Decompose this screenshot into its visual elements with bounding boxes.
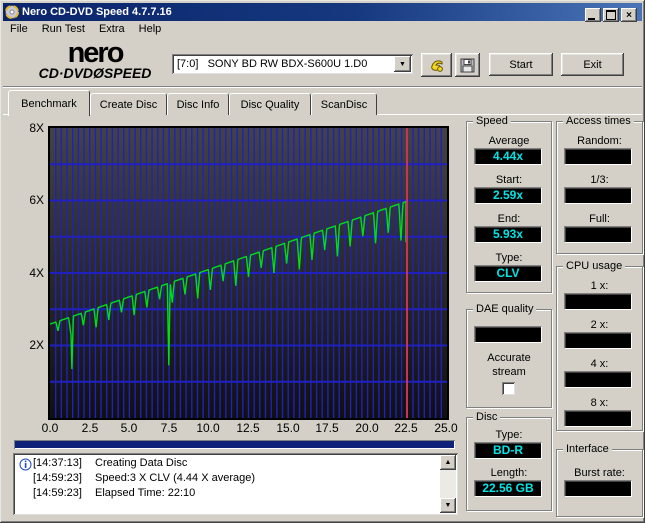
log-entry: [14:37:13] Creating Data Disc bbox=[19, 457, 438, 472]
one-third-access-display bbox=[564, 187, 632, 204]
tab-disc-quality[interactable]: Disc Quality bbox=[229, 93, 311, 115]
cpu-1x-display bbox=[564, 293, 632, 310]
start-button[interactable]: Start bbox=[489, 53, 553, 76]
speed-legend: Speed bbox=[473, 115, 511, 127]
log-entry: [14:59:23] Elapsed Time: 22:10 bbox=[19, 487, 438, 502]
x-tick: 20.0 bbox=[355, 421, 379, 435]
speed-type-display: CLV bbox=[474, 265, 542, 282]
x-tick: 25.0 bbox=[434, 421, 458, 435]
x-tick: 17.5 bbox=[315, 421, 339, 435]
tab-scandisc[interactable]: ScanDisc bbox=[311, 93, 377, 115]
log-entry: [14:59:23] Speed:3 X CLV (4.44 X average… bbox=[19, 472, 438, 487]
log-time: [14:37:13] bbox=[33, 457, 82, 469]
speed-panel: Speed Average 4.44x Start: 2.59x End: 5.… bbox=[466, 115, 552, 293]
scroll-down-button[interactable]: ▼ bbox=[440, 498, 456, 513]
menu-extra[interactable]: Extra bbox=[92, 22, 132, 36]
menu-help[interactable]: Help bbox=[132, 22, 169, 36]
log-text: Speed:3 X CLV (4.44 X average) bbox=[95, 472, 256, 484]
disc-type-display: BD-R bbox=[474, 442, 542, 459]
y-tick: 6X bbox=[29, 193, 44, 207]
x-tick: 7.5 bbox=[160, 421, 178, 435]
scroll-up-icon: ▲ bbox=[444, 459, 452, 466]
exit-button[interactable]: Exit bbox=[561, 53, 624, 76]
x-tick: 12.5 bbox=[236, 421, 260, 435]
info-icon bbox=[19, 458, 32, 471]
cpu-4x-display bbox=[564, 371, 632, 388]
cpu-8x-display bbox=[564, 410, 632, 427]
cddvdspeed-logo-text: CD·DVDØSPEED bbox=[38, 65, 152, 81]
save-icon bbox=[460, 58, 475, 72]
x-tick: 15.0 bbox=[276, 421, 300, 435]
burst-rate-display bbox=[564, 480, 632, 497]
x-tick: 22.5 bbox=[394, 421, 418, 435]
access-times-legend: Access times bbox=[563, 115, 634, 127]
minimize-icon bbox=[588, 18, 595, 20]
log-text: Creating Data Disc bbox=[95, 457, 188, 469]
end-speed-display: 5.93x bbox=[474, 226, 542, 243]
close-button[interactable]: × bbox=[621, 8, 637, 22]
app-cd-icon bbox=[5, 5, 19, 19]
random-access-display bbox=[564, 148, 632, 165]
x-tick: 2.5 bbox=[81, 421, 99, 435]
menu-file[interactable]: File bbox=[3, 22, 35, 36]
nero-logo: nero CD·DVDØSPEED bbox=[12, 37, 178, 84]
scroll-up-button[interactable]: ▲ bbox=[440, 455, 456, 470]
disc-length-display: 22.56 GB bbox=[474, 480, 542, 497]
dae-quality-display bbox=[474, 326, 542, 343]
y-tick: 4X bbox=[29, 266, 44, 280]
tab-create-disc[interactable]: Create Disc bbox=[90, 93, 167, 115]
dae-quality-legend: DAE quality bbox=[473, 303, 537, 315]
speed-options-button[interactable] bbox=[421, 53, 452, 77]
maximize-icon bbox=[606, 10, 616, 20]
chevron-down-icon[interactable]: ▼ bbox=[394, 56, 411, 72]
cpu-2x-display bbox=[564, 332, 632, 349]
log-time: [14:59:23] bbox=[33, 487, 82, 499]
y-tick: 2X bbox=[29, 338, 44, 352]
y-tick: 8X bbox=[29, 121, 44, 135]
interface-panel: Interface Burst rate: bbox=[556, 443, 643, 517]
progress-bar-fill bbox=[15, 441, 454, 448]
save-button[interactable] bbox=[455, 53, 480, 77]
drive-select[interactable]: [7:0] SONY BD RW BDX-S600U 1.D0 ▼ bbox=[172, 54, 413, 74]
menu-bar: File Run Test Extra Help bbox=[3, 21, 642, 37]
cpu-usage-panel: CPU usage 1 x: 2 x: 4 x: 8 x: bbox=[556, 260, 643, 431]
dae-quality-panel: DAE quality Accurate stream bbox=[466, 303, 552, 408]
speed-options-icon bbox=[430, 60, 443, 72]
scroll-down-icon: ▼ bbox=[444, 502, 452, 509]
disc-panel: Disc Type: BD-R Length: 22.56 GB bbox=[466, 411, 552, 511]
log-text: Elapsed Time: 22:10 bbox=[95, 487, 196, 499]
accurate-stream-checkbox[interactable] bbox=[502, 382, 515, 395]
average-speed-display: 4.44x bbox=[474, 148, 542, 165]
x-tick: 0.0 bbox=[41, 421, 59, 435]
progress-bar bbox=[14, 440, 455, 449]
minimize-button[interactable] bbox=[585, 8, 601, 22]
tab-disc-info[interactable]: Disc Info bbox=[167, 93, 229, 115]
nero-logo-text: nero bbox=[67, 37, 125, 69]
window-title: Nero CD-DVD Speed 4.7.7.16 bbox=[22, 6, 172, 18]
close-icon: × bbox=[626, 9, 632, 21]
log-time: [14:59:23] bbox=[33, 472, 82, 484]
full-access-display bbox=[564, 226, 632, 243]
benchmark-chart bbox=[48, 126, 449, 420]
log-panel: [14:37:13] Creating Data Disc [14:59:23]… bbox=[13, 453, 458, 515]
disc-legend: Disc bbox=[473, 411, 501, 423]
start-speed-display: 2.59x bbox=[474, 187, 542, 204]
interface-legend: Interface bbox=[563, 443, 612, 455]
tab-benchmark[interactable]: Benchmark bbox=[8, 90, 90, 116]
log-scrollbar[interactable]: ▲ ▼ bbox=[440, 455, 456, 513]
maximize-button[interactable] bbox=[603, 8, 619, 22]
x-tick: 5.0 bbox=[120, 421, 138, 435]
cpu-usage-legend: CPU usage bbox=[563, 260, 626, 272]
access-times-panel: Access times Random: 1/3: Full: bbox=[556, 115, 643, 254]
title-bar: Nero CD-DVD Speed 4.7.7.16 × bbox=[3, 3, 642, 22]
x-tick: 10.0 bbox=[196, 421, 220, 435]
drive-select-value: [7:0] SONY BD RW BDX-S600U 1.D0 bbox=[177, 58, 368, 70]
menu-run-test[interactable]: Run Test bbox=[35, 22, 92, 36]
app-window: Nero CD-DVD Speed 4.7.7.16 × File Run Te… bbox=[0, 0, 645, 523]
